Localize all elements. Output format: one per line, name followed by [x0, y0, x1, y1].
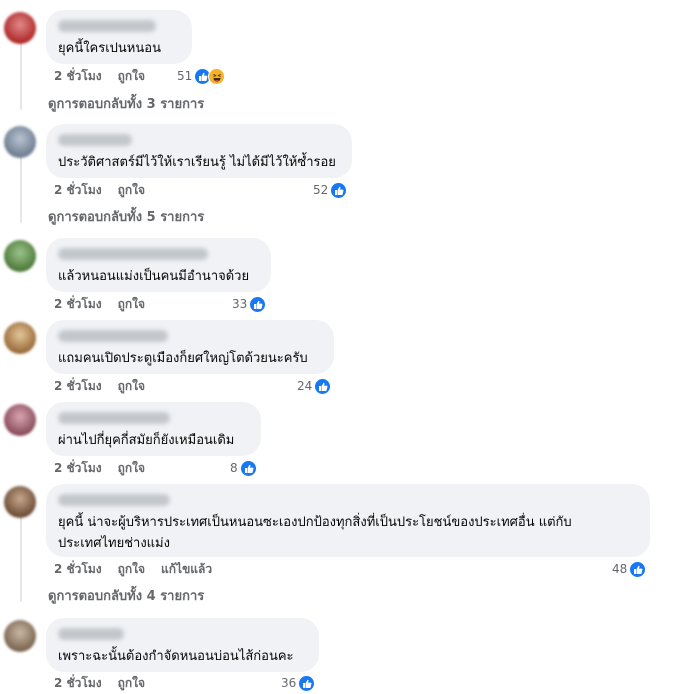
comment-time[interactable]: 2 ชั่วโมง	[54, 560, 102, 579]
reaction-summary[interactable]: 48	[612, 559, 647, 579]
reaction-summary[interactable]: 8	[230, 458, 257, 478]
comment-time[interactable]: 2 ชั่วโมง	[54, 181, 102, 200]
comment-text: แถมคนเปิดประตูเมืองก็ยศใหญ่โตด้วยนะครับ	[58, 351, 308, 366]
avatar[interactable]	[4, 620, 36, 652]
avatar[interactable]	[4, 240, 36, 272]
comment-text: แล้วหนอนแม่งเป็นคนมีอำนาจด้วย	[58, 269, 250, 284]
reaction-count: 48	[612, 562, 628, 576]
comment-actions: 2 ชั่วโมง ถูกใจ	[54, 674, 161, 692]
author-name[interactable]	[58, 134, 132, 146]
comment-bubble: ยุคนี้ น่าจะผู้บริหารประเทศเป็นหนอนซะเอง…	[46, 484, 650, 557]
thumbs-up-icon	[239, 459, 257, 477]
comment-bubble: แถมคนเปิดประตูเมืองก็ยศใหญ่โตด้วยนะครับ	[46, 320, 334, 374]
reaction-count: 52	[313, 183, 329, 197]
avatar[interactable]	[4, 404, 36, 436]
comment-actions: 2 ชั่วโมง ถูกใจ	[54, 295, 161, 313]
like-button[interactable]: ถูกใจ	[118, 181, 145, 200]
thumbs-up-icon	[629, 560, 647, 578]
thumbs-up-icon	[314, 377, 332, 395]
author-name[interactable]	[58, 628, 124, 640]
comment-actions: 2 ชั่วโมง ถูกใจ แก้ไขแล้ว	[54, 560, 228, 578]
comment-actions: 2 ชั่วโมง ถูกใจ	[54, 181, 161, 199]
thread-line	[20, 40, 22, 110]
comment-bubble: เพราะฉะนั้นต้องกำจัดหนอนบ่อนไส้ก่อนคะ	[46, 618, 319, 672]
comment-actions: 2 ชั่วโมง ถูกใจ	[54, 67, 161, 85]
thumbs-up-icon	[249, 295, 267, 313]
comment-bubble: แล้วหนอนแม่งเป็นคนมีอำนาจด้วย	[46, 238, 271, 292]
thumbs-up-icon	[330, 181, 348, 199]
reaction-count: 33	[232, 297, 248, 311]
comment-text: ยุคนี้ใครเปนหนอน	[58, 41, 161, 56]
reaction-summary[interactable]: 33	[232, 294, 267, 314]
comment-bubble: ยุคนี้ใครเปนหนอน	[46, 10, 192, 64]
comment-text: ผ่านไปกี่ยุคกี่สมัยก็ยังเหมือนเดิม	[58, 433, 235, 448]
author-name[interactable]	[58, 20, 156, 32]
comment-text-line: ประเทศไทยช่างแม่ง	[58, 536, 170, 551]
like-button[interactable]: ถูกใจ	[118, 560, 145, 579]
author-name[interactable]	[58, 412, 170, 424]
edited-label[interactable]: แก้ไขแล้ว	[161, 560, 212, 579]
thread-line	[20, 512, 22, 602]
reaction-summary[interactable]: 52	[313, 180, 348, 200]
author-name[interactable]	[58, 494, 170, 506]
comment-bubble: ผ่านไปกี่ยุคกี่สมัยก็ยังเหมือนเดิม	[46, 402, 261, 456]
comment-text: เพราะฉะนั้นต้องกำจัดหนอนบ่อนไส้ก่อนคะ	[58, 649, 294, 664]
reaction-summary[interactable]: 36	[281, 673, 316, 693]
like-button[interactable]: ถูกใจ	[118, 674, 145, 693]
reaction-count: 8	[230, 461, 238, 475]
reaction-summary[interactable]: 51	[177, 66, 226, 86]
avatar[interactable]	[4, 322, 36, 354]
comment-actions: 2 ชั่วโมง ถูกใจ	[54, 459, 161, 477]
comment-text: ยุคนี้ น่าจะผู้บริหารประเทศเป็นหนอนซะเอง…	[58, 512, 638, 554]
comment-text: ประวัติศาสตร์มีไว้ให้เราเรียนรู้ ไม่ได้ม…	[58, 155, 336, 170]
author-name[interactable]	[58, 248, 208, 260]
comment-time[interactable]: 2 ชั่วโมง	[54, 459, 102, 478]
avatar[interactable]	[4, 12, 36, 44]
comment-text-line: ยุคนี้ น่าจะผู้บริหารประเทศเป็นหนอนซะเอง…	[58, 515, 572, 530]
like-button[interactable]: ถูกใจ	[118, 67, 145, 86]
avatar[interactable]	[4, 126, 36, 158]
reaction-summary[interactable]: 24	[297, 376, 332, 396]
comment-bubble: ประวัติศาสตร์มีไว้ให้เราเรียนรู้ ไม่ได้ม…	[46, 124, 352, 178]
like-button[interactable]: ถูกใจ	[118, 459, 145, 478]
view-replies-link[interactable]: ดูการตอบกลับทั้ง 5 รายการ	[48, 209, 204, 227]
like-button[interactable]: ถูกใจ	[118, 377, 145, 396]
like-button[interactable]: ถูกใจ	[118, 295, 145, 314]
haha-face-icon	[208, 67, 226, 85]
thumbs-up-icon	[298, 674, 316, 692]
author-name[interactable]	[58, 330, 168, 342]
reaction-count: 24	[297, 379, 313, 393]
avatar[interactable]	[4, 486, 36, 518]
thread-line	[20, 155, 22, 223]
comment-actions: 2 ชั่วโมง ถูกใจ	[54, 377, 161, 395]
view-replies-link[interactable]: ดูการตอบกลับทั้ง 3 รายการ	[48, 96, 204, 114]
comment-time[interactable]: 2 ชั่วโมง	[54, 67, 102, 86]
view-replies-link[interactable]: ดูการตอบกลับทั้ง 4 รายการ	[48, 588, 204, 606]
reaction-count: 51	[177, 69, 193, 83]
comment-time[interactable]: 2 ชั่วโมง	[54, 295, 102, 314]
comment-time[interactable]: 2 ชั่วโมง	[54, 674, 102, 693]
reaction-count: 36	[281, 676, 297, 690]
comment-time[interactable]: 2 ชั่วโมง	[54, 377, 102, 396]
